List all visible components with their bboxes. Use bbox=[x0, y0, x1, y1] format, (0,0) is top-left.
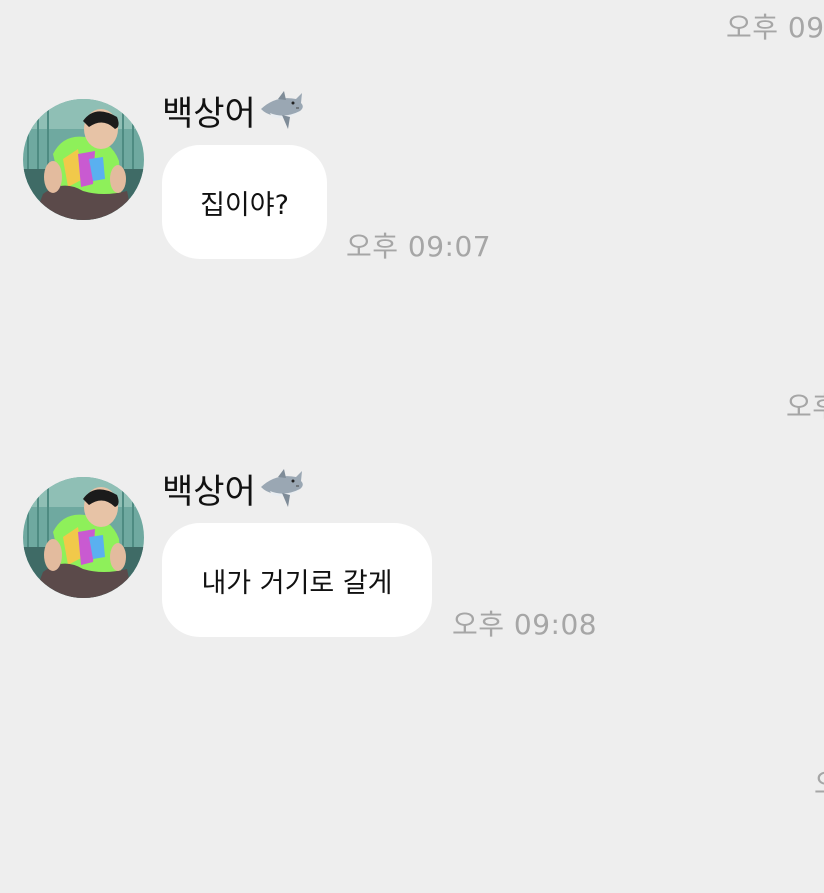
message-time: 오후 09:08 bbox=[452, 608, 598, 641]
chat-screen: 오후 09 오후 오 bbox=[0, 0, 824, 893]
timestamp-partial: 오후 09 bbox=[726, 11, 824, 44]
message-time: 오후 09:07 bbox=[346, 230, 492, 263]
sender-name: 백상어 bbox=[162, 94, 256, 134]
avatar[interactable] bbox=[23, 99, 144, 220]
sender-name-row: 백상어 bbox=[162, 86, 306, 135]
message-bubble[interactable]: 집이야? bbox=[162, 145, 327, 259]
message-bubble[interactable]: 내가 거기로 갈게 bbox=[162, 523, 432, 637]
shark-icon bbox=[260, 90, 303, 129]
timestamp-partial: 오후 bbox=[786, 390, 824, 423]
shark-icon bbox=[260, 468, 303, 507]
avatar-photo bbox=[23, 99, 144, 220]
timestamp-partial: 오 bbox=[814, 762, 824, 802]
avatar-photo bbox=[23, 477, 144, 598]
sender-name-row: 백상어 bbox=[162, 464, 306, 513]
sender-name: 백상어 bbox=[162, 472, 256, 512]
avatar[interactable] bbox=[23, 477, 144, 598]
